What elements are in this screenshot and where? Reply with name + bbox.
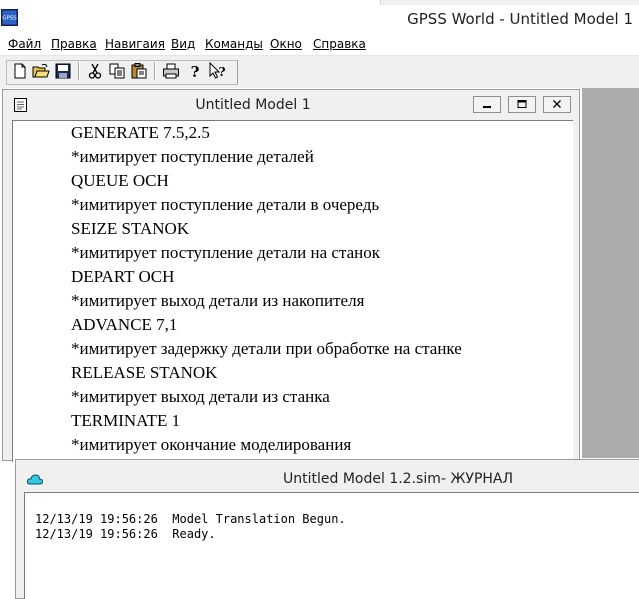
log-entry: 12/13/19 19:56:26 Ready. <box>35 527 216 541</box>
gpss-world-app: GPSS GPSS World - Untitled Model 1 Файл … <box>0 0 639 599</box>
svg-text:GPSS: GPSS <box>2 16 17 22</box>
model-editor[interactable]: GENERATE 7.5,2.5 *имитирует поступление … <box>12 120 574 462</box>
code-line: *имитирует поступление детали в очередь <box>71 195 380 214</box>
app-title-bar[interactable]: GPSS GPSS World - Untitled Model 1 <box>0 0 639 34</box>
journal-window[interactable]: Untitled Model 1.2.sim- ЖУРНАЛ 12/13/19 … <box>15 459 639 599</box>
cut-scissors-icon[interactable] <box>86 62 104 80</box>
code-line: QUEUE OCH <box>71 171 169 190</box>
toolbar-separator <box>78 62 80 80</box>
menu-view[interactable]: Вид <box>171 37 195 51</box>
maximize-icon <box>517 100 527 108</box>
code-line: SEIZE STANOK <box>71 219 190 238</box>
journal-cloud-icon <box>27 474 43 485</box>
help-question-icon[interactable]: ? <box>186 62 204 80</box>
paste-clipboard-icon[interactable] <box>130 62 148 80</box>
model-window-right-border <box>573 120 579 461</box>
copy-icon[interactable] <box>108 62 126 80</box>
code-line: *имитирует выход детали из станка <box>71 387 330 406</box>
code-line: ADVANCE 7,1 <box>71 315 178 334</box>
save-disk-icon[interactable] <box>54 62 72 80</box>
gpss-app-icon[interactable]: GPSS <box>1 9 18 26</box>
title-bar-edge <box>380 0 639 5</box>
journal-window-title: Untitled Model 1.2.sim- ЖУРНАЛ <box>283 471 514 487</box>
minimize-icon <box>483 106 491 108</box>
toolbar-separator <box>154 62 156 80</box>
svg-text:?: ? <box>218 65 225 79</box>
close-button[interactable] <box>543 96 571 113</box>
svg-text:?: ? <box>191 63 200 80</box>
maximize-button[interactable] <box>508 96 536 113</box>
open-folder-icon[interactable] <box>32 62 50 80</box>
code-line: *имитирует поступление деталей <box>71 147 314 166</box>
model-window-titlebar[interactable]: Untitled Model 1 <box>3 90 579 120</box>
code-line: *имитирует поступление детали на станок <box>71 243 380 262</box>
code-line: DEPART OCH <box>71 267 175 286</box>
log-entry: 12/13/19 19:56:26 Model Translation Begu… <box>35 512 346 526</box>
menu-file[interactable]: Файл <box>8 37 41 51</box>
close-icon <box>553 100 561 108</box>
minimize-button[interactable] <box>473 96 501 113</box>
menu-navigation[interactable]: Навигаия <box>105 37 165 51</box>
menu-commands[interactable]: Команды <box>205 37 263 51</box>
code-line: RELEASE STANOK <box>71 363 218 382</box>
code-line: *имитирует окончание моделирования <box>71 435 352 454</box>
app-title: GPSS World - Untitled Model 1 <box>407 10 633 28</box>
model-window[interactable]: Untitled Model 1 GENERATE 7.5,2.5 *имити… <box>2 89 580 462</box>
menu-bar: Файл Правка Навигаия Вид Команды Окно Сп… <box>0 35 639 55</box>
print-icon[interactable] <box>162 62 180 80</box>
model-window-title: Untitled Model 1 <box>195 97 311 113</box>
menu-window[interactable]: Окно <box>270 37 302 51</box>
journal-log[interactable]: 12/13/19 19:56:26 Model Translation Begu… <box>24 492 639 599</box>
code-line: *имитирует выход детали из накопителя <box>71 291 365 310</box>
new-file-icon[interactable] <box>11 62 29 80</box>
context-help-icon[interactable]: ? <box>208 62 226 80</box>
menu-help[interactable]: Справка <box>313 37 366 51</box>
mdi-background <box>582 88 639 458</box>
toolbar: ? ? <box>0 55 639 88</box>
journal-window-titlebar[interactable]: Untitled Model 1.2.sim- ЖУРНАЛ <box>16 460 639 491</box>
code-line: GENERATE 7.5,2.5 <box>71 123 210 142</box>
code-line: TERMINATE 1 <box>71 411 181 430</box>
menu-edit[interactable]: Правка <box>51 37 97 51</box>
code-line: *имитирует задержку детали при обработке… <box>71 339 462 358</box>
